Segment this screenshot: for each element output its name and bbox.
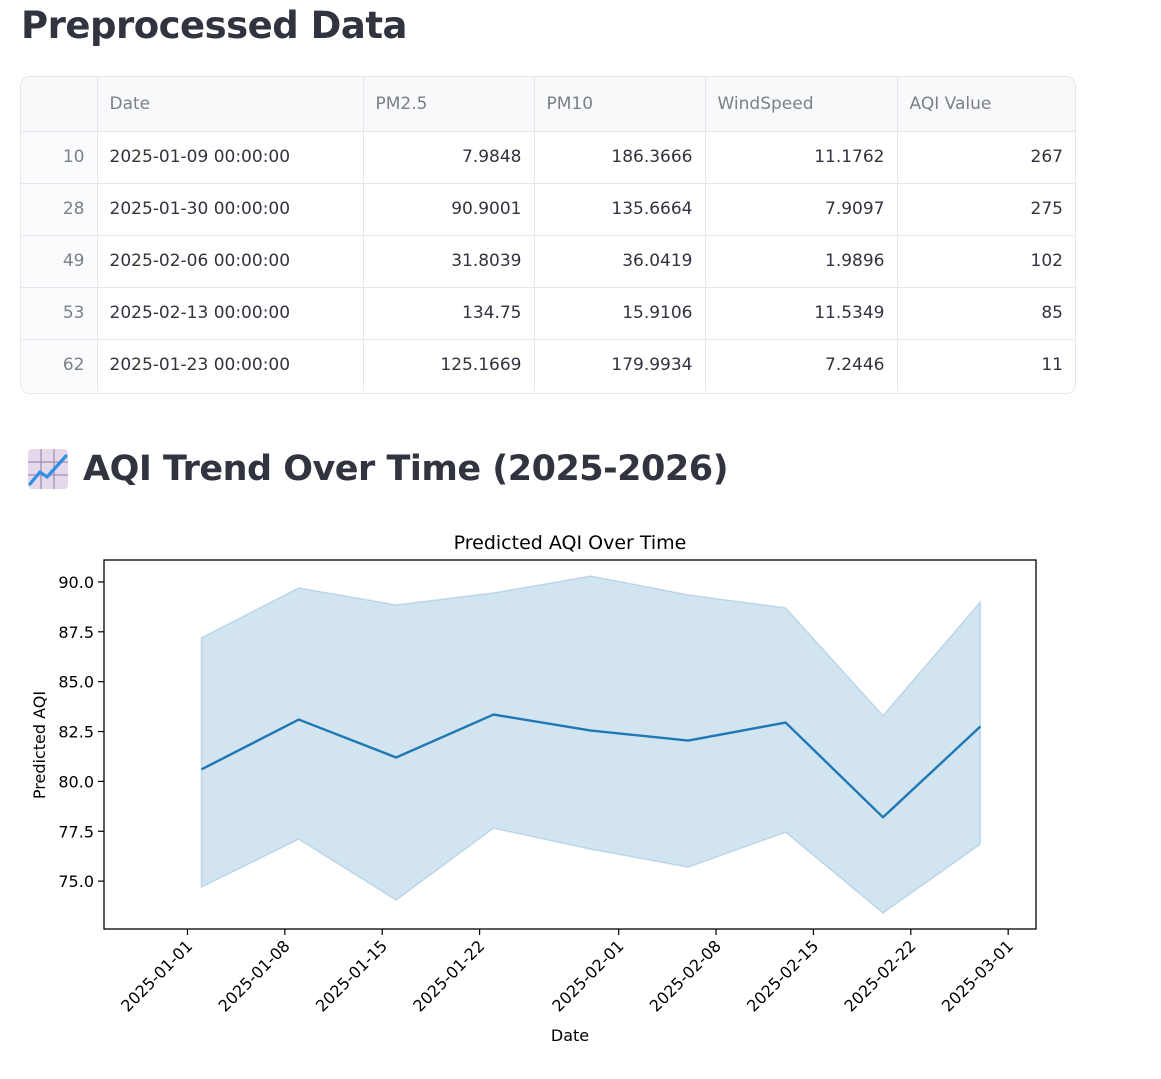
column-header-index[interactable]: [21, 77, 98, 132]
cell-date[interactable]: 2025-01-30 00:00:00: [97, 183, 364, 236]
column-header-aqi-value[interactable]: AQI Value: [897, 77, 1075, 132]
column-header-date[interactable]: Date: [97, 77, 364, 132]
cell-aqi-value[interactable]: 11: [897, 339, 1075, 391]
cell-pm25[interactable]: 7.9848: [363, 131, 535, 184]
cell-aqi-value[interactable]: 275: [897, 183, 1075, 236]
y-axis-label: Predicted AQI: [30, 691, 49, 799]
row-index: 10: [21, 131, 98, 184]
section-heading: AQI Trend Over Time (2025-2026): [27, 448, 729, 490]
y-tick-label: 85.0: [58, 673, 94, 692]
x-tick-label: 2025-02-08: [646, 936, 725, 1015]
chart-title: Predicted AQI Over Time: [454, 532, 687, 554]
cell-windspeed[interactable]: 1.9896: [705, 235, 898, 288]
x-tick-label: 2025-01-22: [409, 936, 488, 1015]
y-tick-label: 87.5: [58, 623, 94, 642]
section-title: AQI Trend Over Time (2025-2026): [83, 449, 729, 489]
cell-pm10[interactable]: 15.9106: [534, 287, 706, 340]
column-header-pm25[interactable]: PM2.5: [363, 77, 535, 132]
x-tick-label: 2025-01-01: [117, 936, 196, 1015]
cell-pm25[interactable]: 31.8039: [363, 235, 535, 288]
row-index: 62: [21, 339, 98, 391]
page-title: Preprocessed Data: [21, 4, 407, 47]
cell-pm10[interactable]: 179.9934: [534, 339, 706, 391]
chart-svg: Predicted AQI Over Time 75.0 77.5 80.0 82.5…: [30, 532, 1037, 1045]
cell-date[interactable]: 2025-02-06 00:00:00: [97, 235, 364, 288]
row-index: 53: [21, 287, 98, 340]
row-index: 28: [21, 183, 98, 236]
x-tick-label: 2025-01-15: [312, 936, 391, 1015]
cell-pm25[interactable]: 125.1669: [363, 339, 535, 391]
table-row: 49 2025-02-06 00:00:00 31.8039 36.0419 1…: [21, 235, 1075, 288]
column-header-windspeed[interactable]: WindSpeed: [705, 77, 898, 132]
y-tick-label: 82.5: [58, 723, 94, 742]
y-tick-label: 77.5: [58, 822, 94, 841]
x-tick-label: 2025-03-01: [938, 936, 1017, 1015]
y-tick-label: 80.0: [58, 772, 94, 791]
cell-date[interactable]: 2025-02-13 00:00:00: [97, 287, 364, 340]
cell-windspeed[interactable]: 7.2446: [705, 339, 898, 391]
table-row: 62 2025-01-23 00:00:00 125.1669 179.9934…: [21, 339, 1075, 391]
cell-pm25[interactable]: 90.9001: [363, 183, 535, 236]
table-row: 28 2025-01-30 00:00:00 90.9001 135.6664 …: [21, 183, 1075, 236]
x-tick-label: 2025-02-01: [548, 936, 627, 1015]
x-tick-label: 2025-01-08: [214, 936, 293, 1015]
data-table: Date PM2.5 PM10 WindSpeed AQI Value 10 2…: [21, 77, 1075, 391]
x-axis-label: Date: [551, 1026, 589, 1045]
row-index: 49: [21, 235, 98, 288]
cell-windspeed[interactable]: 11.1762: [705, 131, 898, 184]
aqi-trend-chart: Predicted AQI Over Time 75.0 77.5 80.0 82.5…: [20, 520, 1080, 1060]
data-table-container[interactable]: Date PM2.5 PM10 WindSpeed AQI Value 10 2…: [20, 76, 1076, 394]
x-tick-label: 2025-02-15: [743, 936, 822, 1015]
cell-aqi-value[interactable]: 85: [897, 287, 1075, 340]
y-tick-label: 75.0: [58, 872, 94, 891]
cell-aqi-value[interactable]: 102: [897, 235, 1075, 288]
table-header-row: Date PM2.5 PM10 WindSpeed AQI Value: [21, 77, 1075, 132]
cell-windspeed[interactable]: 7.9097: [705, 183, 898, 236]
cell-pm10[interactable]: 186.3666: [534, 131, 706, 184]
cell-date[interactable]: 2025-01-09 00:00:00: [97, 131, 364, 184]
cell-aqi-value[interactable]: 267: [897, 131, 1075, 184]
cell-windspeed[interactable]: 11.5349: [705, 287, 898, 340]
cell-pm10[interactable]: 135.6664: [534, 183, 706, 236]
confidence-band: [200, 575, 982, 914]
chart-increasing-icon: [28, 449, 68, 489]
table-row: 53 2025-02-13 00:00:00 134.75 15.9106 11…: [21, 287, 1075, 340]
table-row: 10 2025-01-09 00:00:00 7.9848 186.3666 1…: [21, 131, 1075, 184]
y-tick-label: 90.0: [58, 573, 94, 592]
column-header-pm10[interactable]: PM10: [534, 77, 706, 132]
cell-pm25[interactable]: 134.75: [363, 287, 535, 340]
x-tick-label: 2025-02-22: [840, 936, 919, 1015]
cell-pm10[interactable]: 36.0419: [534, 235, 706, 288]
cell-date[interactable]: 2025-01-23 00:00:00: [97, 339, 364, 391]
